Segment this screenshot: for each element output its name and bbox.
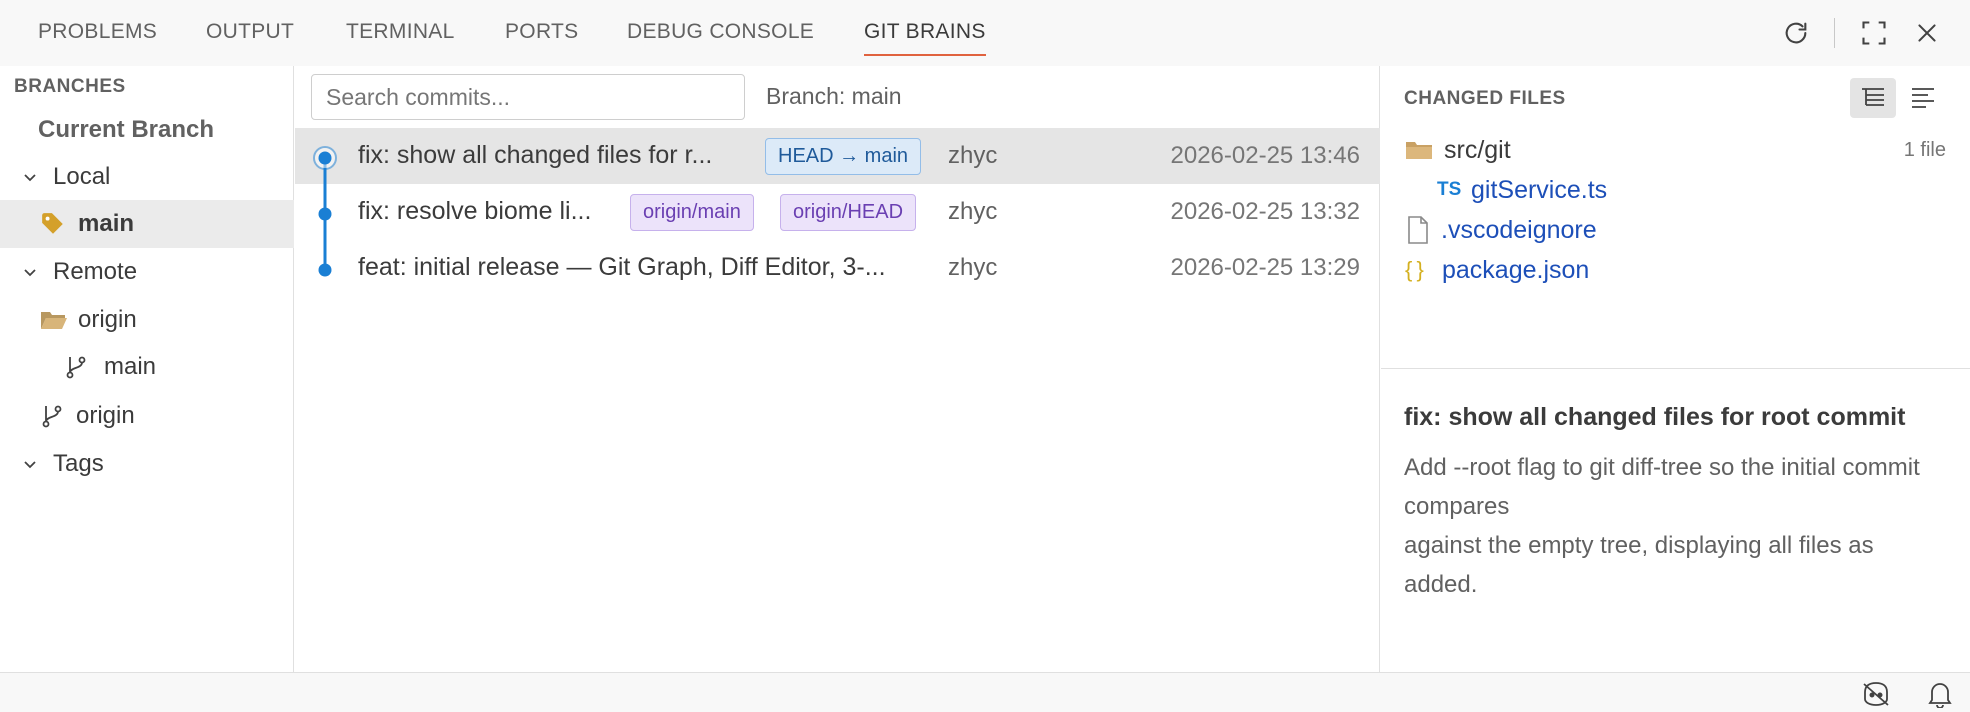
commit-details-body: Add --root flag to git diff-tree so the … bbox=[1404, 448, 1944, 604]
commit-message: feat: initial release — Git Graph, Diff … bbox=[358, 253, 886, 281]
panel-tab-bar: PROBLEMS OUTPUT TERMINAL PORTS DEBUG CON… bbox=[0, 0, 1970, 66]
folder-file-count: 1 file bbox=[1903, 138, 1946, 161]
commit-date: 2026-02-25 13:29 bbox=[1170, 254, 1361, 281]
maximize-icon[interactable] bbox=[1857, 16, 1891, 50]
commit-author: zhyc bbox=[948, 254, 998, 281]
git-brains-view: BRANCHES Current Branch Local main Remot… bbox=[0, 66, 1970, 672]
git-branch-icon bbox=[64, 354, 88, 380]
close-icon[interactable] bbox=[1910, 16, 1944, 50]
remote-section-header[interactable]: Remote bbox=[0, 248, 294, 296]
json-file-icon: { } bbox=[1405, 257, 1424, 282]
file-row[interactable]: TS gitService.ts bbox=[1381, 170, 1970, 210]
tab-problems[interactable]: PROBLEMS bbox=[38, 0, 157, 66]
commit-body-line: against the empty tree, displaying all f… bbox=[1404, 532, 1874, 598]
git-branch-icon bbox=[40, 403, 64, 429]
file-name[interactable]: package.json bbox=[1442, 256, 1589, 285]
search-commits-input[interactable] bbox=[311, 74, 745, 120]
local-label: Local bbox=[53, 163, 111, 190]
local-section-header[interactable]: Local bbox=[0, 153, 294, 201]
commit-row[interactable]: feat: initial release — Git Graph, Diff … bbox=[295, 240, 1380, 296]
file-icon bbox=[1407, 216, 1429, 244]
changed-files-title: CHANGED FILES bbox=[1404, 88, 1566, 109]
toolbar-separator bbox=[1834, 18, 1835, 48]
current-branch-item[interactable]: Current Branch bbox=[0, 106, 294, 154]
commit-row[interactable]: fix: show all changed files for r... HEA… bbox=[295, 128, 1380, 184]
sidebar-item-origin-main[interactable]: main bbox=[0, 343, 294, 391]
chevron-down-icon bbox=[19, 166, 41, 188]
tab-debug-console[interactable]: DEBUG CONSOLE bbox=[627, 0, 814, 66]
file-row[interactable]: { } package.json bbox=[1381, 250, 1970, 290]
ref-badge-origin-main[interactable]: origin/main bbox=[630, 194, 754, 231]
commit-list-panel: Branch: main fix: show all changed files… bbox=[295, 66, 1380, 672]
sidebar-item-local-main[interactable]: main bbox=[0, 200, 294, 248]
commit-row[interactable]: fix: resolve biome li... origin/main ori… bbox=[295, 184, 1380, 240]
branch-name: main bbox=[104, 353, 157, 380]
bell-icon[interactable] bbox=[1925, 679, 1955, 709]
list-view-icon[interactable] bbox=[1900, 78, 1946, 118]
folder-open-icon bbox=[40, 308, 68, 332]
folder-name: src/git bbox=[1444, 135, 1511, 164]
ref-badge-head[interactable]: HEAD → main bbox=[765, 138, 922, 175]
branch-name: origin bbox=[76, 402, 135, 429]
commit-details-panel: fix: show all changed files for root com… bbox=[1381, 370, 1970, 672]
commit-author: zhyc bbox=[948, 142, 998, 169]
tab-output[interactable]: OUTPUT bbox=[206, 0, 294, 66]
ref-badge-origin-head[interactable]: origin/HEAD bbox=[780, 194, 917, 231]
branches-sidebar: BRANCHES Current Branch Local main Remot… bbox=[0, 66, 294, 672]
commit-body-line: Add --root flag to git diff-tree so the … bbox=[1404, 454, 1920, 520]
commit-date: 2026-02-25 13:46 bbox=[1170, 142, 1361, 169]
remote-group-name: origin bbox=[78, 306, 137, 333]
branch-name: main bbox=[78, 210, 135, 237]
chevron-down-icon bbox=[19, 453, 41, 475]
remote-label: Remote bbox=[53, 258, 138, 285]
commit-author: zhyc bbox=[948, 198, 998, 225]
changed-files-panel: CHANGED FILES src/git 1 file TS gitServi… bbox=[1381, 66, 1970, 369]
tags-section-header[interactable]: Tags bbox=[0, 440, 294, 488]
folder-row[interactable]: src/git 1 file bbox=[1381, 130, 1970, 170]
remote-group-origin[interactable]: origin bbox=[0, 296, 294, 344]
branch-indicator: Branch: main bbox=[766, 83, 902, 109]
commit-message: fix: show all changed files for r... bbox=[358, 141, 713, 169]
tab-git-brains[interactable]: GIT BRAINS bbox=[864, 0, 986, 66]
tab-terminal[interactable]: TERMINAL bbox=[346, 0, 455, 66]
copilot-icon[interactable] bbox=[1861, 679, 1891, 709]
chevron-down-icon bbox=[19, 261, 41, 283]
current-branch-label: Current Branch bbox=[38, 116, 215, 143]
sidebar-item-origin[interactable]: origin bbox=[0, 392, 294, 440]
branches-title: BRANCHES bbox=[14, 76, 126, 97]
tab-ports[interactable]: PORTS bbox=[505, 0, 578, 66]
commit-date: 2026-02-25 13:32 bbox=[1170, 198, 1361, 225]
commit-message: fix: resolve biome li... bbox=[358, 197, 592, 225]
tree-view-icon[interactable] bbox=[1850, 78, 1896, 118]
file-row[interactable]: .vscodeignore bbox=[1381, 210, 1970, 250]
tag-icon bbox=[40, 211, 66, 237]
refresh-icon[interactable] bbox=[1779, 16, 1813, 50]
file-name[interactable]: .vscodeignore bbox=[1441, 216, 1597, 245]
commit-details-title: fix: show all changed files for root com… bbox=[1404, 403, 1906, 431]
typescript-file-icon: TS bbox=[1437, 179, 1462, 200]
folder-icon bbox=[1405, 139, 1433, 161]
file-name[interactable]: gitService.ts bbox=[1471, 176, 1607, 205]
tags-label: Tags bbox=[53, 450, 104, 477]
status-bar bbox=[0, 672, 1970, 712]
